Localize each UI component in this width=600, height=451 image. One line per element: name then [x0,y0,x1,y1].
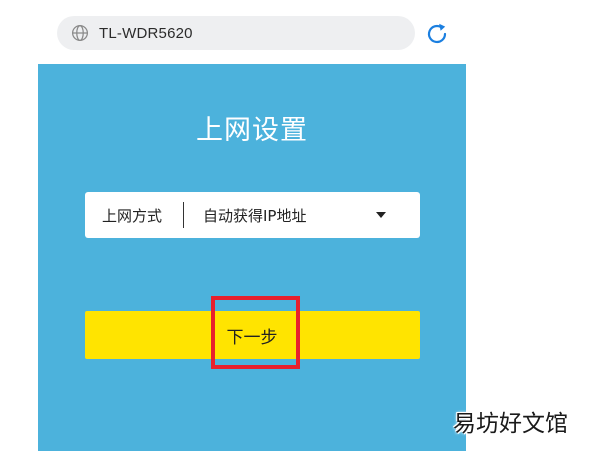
page-title: 上网设置 [196,115,308,146]
watermark: 易坊好文馆 [453,411,568,437]
next-step-label: 下一步 [226,327,278,348]
router-setup-page: TL-WDR5620 上网设置 上网方式 自动获得IP地址 下一步 易坊好文馆 [0,0,600,451]
reload-icon [427,23,447,44]
url-text: TL-WDR5620 [99,24,193,42]
address-bar[interactable]: TL-WDR5620 [57,16,415,50]
connection-type-value: 自动获得IP地址 [203,206,307,225]
connection-type-select[interactable]: 上网方式 自动获得IP地址 [85,192,420,238]
reload-button[interactable] [423,20,451,48]
setup-panel: 上网设置 上网方式 自动获得IP地址 下一步 [38,64,466,451]
connection-type-label: 上网方式 [102,206,163,225]
next-step-button[interactable]: 下一步 [85,311,420,359]
globe-icon [71,24,89,42]
caret-down-icon [376,212,386,218]
